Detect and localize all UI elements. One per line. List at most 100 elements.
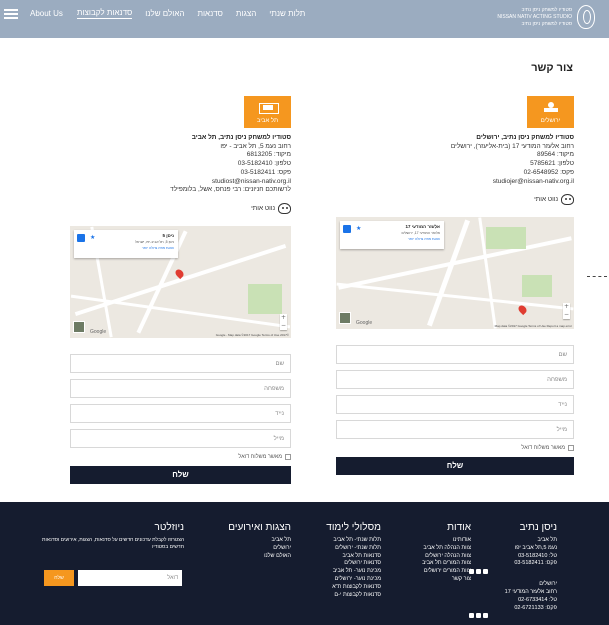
newsletter-title: ניוזלטר (154, 522, 185, 533)
last-name-input[interactable]: משפחה (336, 370, 574, 390)
brand-text: סטודיו למשחק ניסן נתיב NISSAN NATIV ACTI… (497, 7, 572, 28)
top-header: About Us סדנאות לקבוצות האולם שלנו סדנאו… (0, 0, 609, 38)
footer-line: פקס: 03-5182411 (514, 560, 557, 567)
footer-link[interactable]: תלות שנתי- תל אביב (301, 537, 381, 545)
branch-email[interactable]: studiost@nissan-nativ.org.il (70, 178, 291, 187)
nav-workshops[interactable]: סדנאות (197, 9, 222, 18)
zoom-control[interactable]: + − (563, 303, 570, 320)
zoom-out-icon[interactable]: − (280, 322, 287, 330)
star-icon[interactable]: ★ (90, 234, 95, 242)
brand-line: סטודיו למשחק ניסן נתיב (521, 6, 572, 13)
footer-link[interactable]: ירושלים (211, 545, 291, 553)
footer-line: תל אביב (537, 537, 557, 543)
mobile-input[interactable]: נייד (336, 395, 574, 415)
zoom-control[interactable]: + − (280, 313, 287, 330)
map-info-card: אלעזר המודעי 17 אלעזר המודעי 17, ירושלים… (340, 221, 444, 250)
branch-email[interactable]: studiojer@nissan-nativ.org.il (336, 178, 574, 187)
facebook-icon[interactable] (469, 613, 474, 619)
newsletter-email-input[interactable]: דואל (78, 570, 182, 586)
footer-link[interactable]: מכינת נוער- תל אביב (301, 568, 381, 576)
zoom-out-icon[interactable]: − (563, 311, 570, 319)
send-button[interactable]: שלח (336, 457, 574, 476)
consent-checkbox[interactable]: מאשר משלוח דואל (336, 445, 574, 452)
youtube-icon[interactable] (483, 613, 488, 619)
footer-line: נעמ 5,תל אביב יפו (514, 544, 557, 551)
nav-annual[interactable]: תלות שנתי (269, 9, 305, 18)
checkbox-icon[interactable] (568, 445, 574, 452)
footer-link[interactable]: צוות הנהלה תל אביב (391, 545, 471, 553)
mobile-input[interactable]: נייד (70, 403, 291, 423)
satellite-thumbnail[interactable] (339, 312, 351, 325)
email-input[interactable]: מייל (70, 428, 291, 448)
contact-form-tel-aviv: שם משפחה נייד מייל מאשר משלוח דואל שלח (70, 353, 291, 484)
map-info-card: ניסן 5 ניסן 5, תל אביב-יפו, ישראל הצגת מ… (74, 229, 178, 258)
waze-link[interactable]: נווט אותי (336, 194, 574, 206)
map-larger-link[interactable]: הצגת מפה גדולה יותר (78, 246, 174, 250)
google-logo: Google (356, 320, 373, 327)
brand[interactable]: סטודיו למשחק ניסן נתיב NISSAN NATIV ACTI… (497, 5, 595, 29)
branch-fax: פקס: 03-5182411 (240, 168, 291, 176)
branch-zip: מיקוד: 6813205 (246, 151, 291, 159)
footer-link[interactable]: האולם שלנו (211, 553, 291, 561)
site-footer: ניסן נתיב תל אביב נעמ 5,תל אביב יפו טל: … (0, 502, 609, 625)
tel-aviv-button[interactable]: תל אביב (244, 96, 291, 128)
branch-address: רחוב אלעזר המודעי 17 (בית-אליעזר), ירושל… (450, 142, 574, 150)
send-button[interactable]: שלח (70, 465, 291, 484)
nav-group-workshops[interactable]: סדנאות לקבוצות (76, 8, 133, 19)
footer-link[interactable]: צוות המורים ירושלים (391, 568, 471, 576)
menu-icon[interactable] (4, 9, 18, 19)
map-pin-icon[interactable] (516, 304, 529, 316)
footer-newsletter: ניוזלטר הצטרפו לקבלת עדכונים חדשים על סד… (42, 522, 185, 592)
consent-checkbox[interactable]: מאשר משלוח דואל (70, 453, 291, 460)
footer-line: ירושלים (539, 581, 557, 588)
person-icon (542, 102, 560, 112)
newsletter-desc: הצטרפו לקבלת עדכונים חדשים על סדנאות, הצ… (42, 537, 184, 543)
page-title: צור קשר (531, 62, 573, 74)
footer-programs: מסלולי לימוד תלות שנתי- תל אביב תלות שנת… (301, 522, 381, 599)
footer-link[interactable]: תל אביב (211, 537, 291, 545)
satellite-thumbnail[interactable] (73, 320, 85, 333)
footer-link[interactable]: תלות שנתי- ירושלים (301, 545, 381, 553)
footer-link[interactable]: צור קשר (391, 576, 471, 584)
footer-brand-title: ניסן נתיב (519, 522, 557, 533)
footer-link[interactable]: מכינת נוער- ירושלים (301, 576, 381, 584)
waze-link[interactable]: נווט אותי (70, 202, 291, 214)
footer-line: טל: 03-5182410 (518, 552, 557, 559)
jerusalem-button[interactable]: ירושלים (527, 96, 574, 128)
scroll-indicator[interactable] (587, 276, 607, 277)
instagram-icon[interactable] (476, 569, 481, 575)
directions-icon[interactable] (343, 225, 351, 234)
consent-label: מאשר משלוח דואל (238, 453, 282, 460)
consent-label: מאשר משלוח דואל (521, 445, 565, 452)
footer-link[interactable]: אודותינו (391, 537, 471, 545)
map-footer: ©2017 Google - Map data ©2017 Google Ter… (215, 332, 289, 337)
nav-our-hall[interactable]: האולם שלנו (145, 9, 184, 18)
waze-label: נווט אותי (534, 196, 558, 204)
youtube-icon[interactable] (483, 569, 488, 575)
branch-phone: טלפון: 5785621 (530, 160, 574, 168)
footer-about: אודות אודותינו צוות הנהלה תל אביב צוות ה… (391, 522, 471, 584)
branch-jerusalem: ירושלים סטודיו למשחק ניסן נתיב, ירושלים … (336, 96, 574, 476)
footer-line: פקס: 02-6721133 (514, 604, 557, 611)
map-larger-link[interactable]: הצגת מפה גדולה יותר (344, 237, 440, 241)
nav-shows[interactable]: הצגות (236, 9, 256, 18)
zoom-in-icon[interactable]: + (280, 314, 287, 322)
instagram-icon[interactable] (476, 613, 481, 619)
last-name-input[interactable]: משפחה (70, 378, 291, 398)
newsletter-send-button[interactable]: שלח (44, 570, 74, 586)
first-name-input[interactable]: שם (70, 353, 291, 373)
star-icon[interactable]: ★ (356, 225, 361, 233)
footer-link[interactable]: סדנאות לקבוצות ת"א (301, 584, 381, 592)
email-input[interactable]: מייל (336, 420, 574, 440)
nav-about[interactable]: About Us (30, 9, 63, 18)
directions-icon[interactable] (77, 233, 85, 242)
footer-brand: ניסן נתיב תל אביב נעמ 5,תל אביב יפו טל: … (467, 522, 557, 619)
newsletter-desc: חדשים בסטודיו (152, 544, 184, 550)
map-tel-aviv[interactable]: ניסן 5 ניסן 5, תל אביב-יפו, ישראל הצגת מ… (70, 225, 291, 338)
checkbox-icon[interactable] (285, 453, 291, 460)
zoom-in-icon[interactable]: + (563, 303, 570, 311)
waze-label: נווט אותי (251, 204, 275, 212)
footer-link[interactable]: סדנאות לקבוצות י-ם (301, 592, 381, 600)
map-jerusalem[interactable]: אלעזר המודעי 17 אלעזר המודעי 17, ירושלים… (336, 217, 574, 330)
first-name-input[interactable]: שם (336, 345, 574, 365)
